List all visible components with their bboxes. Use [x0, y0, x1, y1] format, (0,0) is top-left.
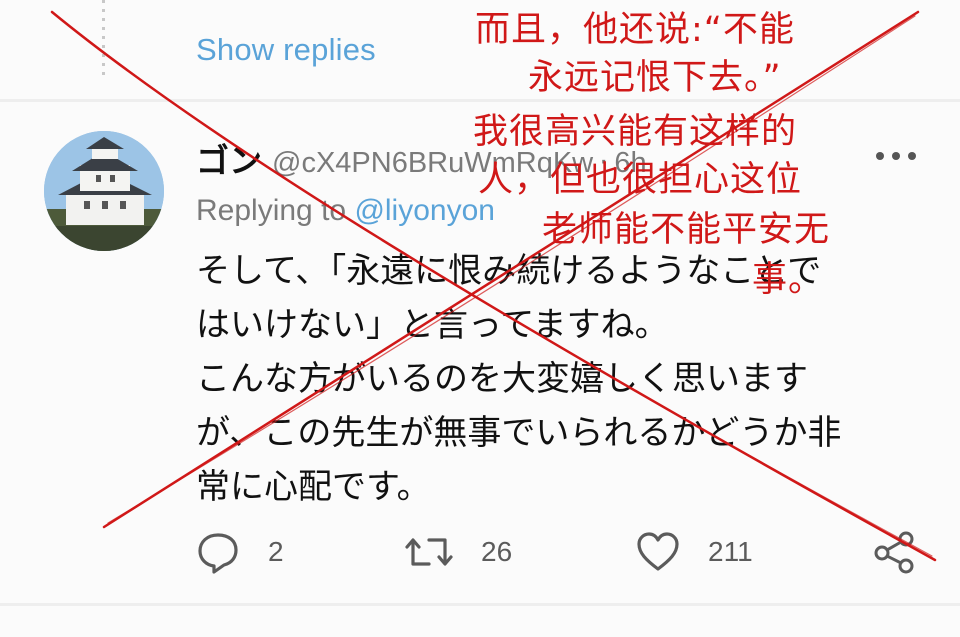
tweet-text-line: 常に心配です。 [196, 467, 431, 507]
thread-connector [102, 0, 105, 78]
replying-prefix: Replying to [196, 194, 347, 227]
annotation-line: 事。 [752, 260, 825, 300]
avatar[interactable] [44, 131, 164, 251]
like-button[interactable]: 211 [636, 528, 753, 576]
like-count: 211 [708, 536, 753, 567]
tweet-text-line: こんな方がいるのを大変嬉しく思います [196, 359, 808, 399]
retweet-count: 26 [481, 536, 513, 567]
retweet-icon [405, 538, 453, 566]
divider [0, 603, 960, 606]
castle-avatar-image [44, 131, 164, 251]
replying-to-line: Replying to @liyonyon [196, 194, 495, 228]
comment-icon [198, 533, 238, 574]
retweet-button[interactable]: 26 [405, 528, 512, 576]
share-icon [874, 531, 914, 574]
annotation-line: 老师能不能平安无 [542, 210, 831, 250]
annotation-line: 我很高兴能有这样的 [473, 112, 798, 152]
display-name[interactable]: ゴン [196, 142, 262, 179]
tweet-text-line: が、この先生が無事でいられるかどうか非 [196, 413, 842, 453]
heart-icon [637, 532, 679, 571]
annotation-line: 人，但也很担心这位 [478, 160, 803, 200]
divider [0, 99, 960, 102]
annotation-line: 而且，他还说:“不能 [475, 10, 795, 50]
reply-button[interactable]: 2 [196, 528, 284, 576]
tweet-text-line: はいけない」と言ってますね。 [196, 305, 669, 345]
replying-mention-link[interactable]: @liyonyon [354, 194, 495, 227]
annotation-line: 永远记恨下去。” [528, 58, 782, 98]
reply-count: 2 [268, 536, 284, 567]
more-options-icon[interactable] [874, 146, 918, 166]
show-replies-link[interactable]: Show replies [196, 32, 376, 68]
share-button[interactable] [872, 528, 916, 576]
